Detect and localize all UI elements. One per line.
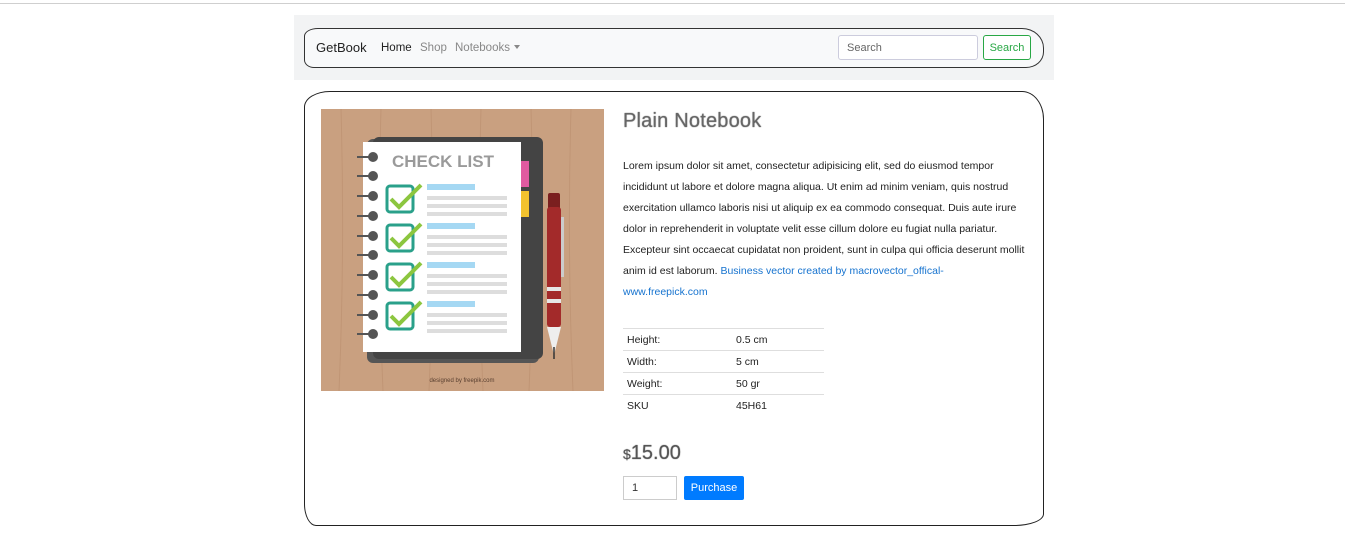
description-text: Lorem ipsum dolor sit amet, consectetur … bbox=[623, 160, 1025, 277]
table-row: SKU 45H61 bbox=[623, 394, 824, 417]
spec-value: 50 gr bbox=[732, 372, 824, 395]
image-credit: designed by freepik.com bbox=[429, 378, 494, 384]
spec-label: Width: bbox=[623, 350, 732, 373]
table-row: Width: 5 cm bbox=[623, 350, 824, 373]
navbar-container: GetBook Home Shop Notebooks Search bbox=[294, 15, 1054, 80]
spec-value: 5 cm bbox=[732, 350, 824, 373]
nav-shop[interactable]: Shop bbox=[420, 42, 447, 54]
table-row: Height: 0.5 cm bbox=[623, 328, 824, 351]
specs-table: Height: 0.5 cm Width: 5 cm Weight: 50 gr SK… bbox=[623, 328, 824, 417]
spec-value: 45H61 bbox=[732, 394, 824, 417]
purchase-button[interactable]: Purchase bbox=[684, 476, 744, 500]
nav-notebooks-label: Notebooks bbox=[455, 42, 510, 54]
search-input[interactable] bbox=[838, 35, 978, 60]
product-price: $15.00 bbox=[623, 442, 681, 465]
quantity-input[interactable] bbox=[623, 476, 677, 500]
top-divider bbox=[0, 3, 1345, 4]
product-image: CHECK LIST designed by freepik.com bbox=[321, 109, 604, 391]
nav-notebooks-dropdown[interactable]: Notebooks bbox=[455, 42, 520, 54]
caret-down-icon bbox=[513, 45, 520, 49]
image-heading: CHECK LIST bbox=[392, 152, 495, 171]
price-amount: 15.00 bbox=[630, 442, 681, 464]
spec-label: SKU bbox=[623, 394, 732, 417]
table-row: Weight: 50 gr bbox=[623, 372, 824, 395]
navbar: GetBook Home Shop Notebooks Search bbox=[304, 28, 1044, 68]
price-currency: $ bbox=[623, 446, 631, 462]
search-button[interactable]: Search bbox=[983, 35, 1031, 60]
spec-value: 0.5 cm bbox=[732, 328, 824, 351]
spec-label: Weight: bbox=[623, 372, 732, 395]
nav-home[interactable]: Home bbox=[381, 42, 412, 54]
product-description: Lorem ipsum dolor sit amet, consectetur … bbox=[623, 156, 1028, 303]
product-title: Plain Notebook bbox=[623, 110, 762, 132]
brand-link[interactable]: GetBook bbox=[316, 40, 367, 55]
spec-label: Height: bbox=[623, 328, 732, 351]
